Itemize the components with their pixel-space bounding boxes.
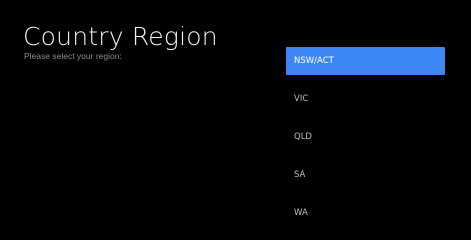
region-option-vic[interactable]: VIC xyxy=(286,85,445,113)
region-option-qld[interactable]: QLD xyxy=(286,123,445,151)
region-option-sa[interactable]: SA xyxy=(286,161,445,189)
region-option-label: VIC xyxy=(294,94,309,104)
page-title: Country Region xyxy=(23,22,218,51)
page-subtitle: Please select your region: xyxy=(24,51,122,61)
settings-screen: Country Region Please select your region… xyxy=(8,9,463,230)
region-option-label: SA xyxy=(294,170,306,180)
region-list: NSW/ACT VIC QLD SA WA xyxy=(286,47,445,230)
region-option-nsw-act[interactable]: NSW/ACT xyxy=(286,47,445,75)
region-option-label: WA xyxy=(294,208,308,218)
region-option-label: NSW/ACT xyxy=(294,56,334,66)
region-option-wa[interactable]: WA xyxy=(286,199,445,227)
region-option-label: QLD xyxy=(294,132,312,142)
